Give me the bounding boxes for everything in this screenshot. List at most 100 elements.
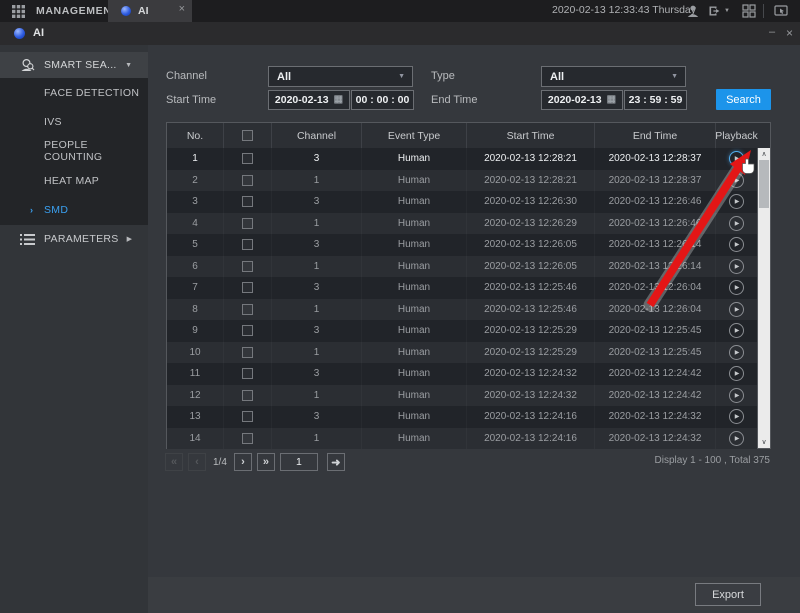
tab-ai-label: AI xyxy=(138,5,149,17)
scroll-up-icon[interactable]: ∧ xyxy=(758,150,770,158)
cell-event-type: Human xyxy=(361,428,466,450)
playback-button[interactable]: ▶ xyxy=(729,409,744,424)
cell-event-type: Human xyxy=(361,191,466,213)
prev-page-button[interactable]: ‹ xyxy=(188,453,206,471)
row-checkbox[interactable] xyxy=(242,325,253,336)
table-row[interactable]: 41Human2020-02-13 12:26:292020-02-13 12:… xyxy=(167,213,757,235)
next-page-button[interactable]: › xyxy=(234,453,252,471)
table-row[interactable]: 101Human2020-02-13 12:25:292020-02-13 12… xyxy=(167,342,757,364)
sidebar-item-smd[interactable]: ›SMD xyxy=(0,196,148,225)
table-row[interactable]: 81Human2020-02-13 12:25:462020-02-13 12:… xyxy=(167,299,757,321)
row-checkbox[interactable] xyxy=(242,433,253,444)
table-row[interactable]: 121Human2020-02-13 12:24:322020-02-13 12… xyxy=(167,385,757,407)
row-checkbox[interactable] xyxy=(242,218,253,229)
logout-icon[interactable] xyxy=(708,4,722,18)
playback-button[interactable]: ▶ xyxy=(729,345,744,360)
row-checkbox[interactable] xyxy=(242,153,253,164)
sidebar-item-heat-map[interactable]: HEAT MAP xyxy=(0,166,148,195)
channel-select[interactable]: All ▼ xyxy=(268,66,413,87)
row-checkbox[interactable] xyxy=(242,175,253,186)
row-checkbox[interactable] xyxy=(242,196,253,207)
table-row[interactable]: 33Human2020-02-13 12:26:302020-02-13 12:… xyxy=(167,191,757,213)
sidebar-item-ivs[interactable]: IVS xyxy=(0,107,148,136)
playback-button[interactable]: ▶ xyxy=(729,280,744,295)
playback-button[interactable]: ▶ xyxy=(729,302,744,317)
playback-button[interactable]: ▶ xyxy=(729,366,744,381)
playback-button[interactable]: ▶ xyxy=(729,216,744,231)
row-checkbox[interactable] xyxy=(242,304,253,315)
pagination: « ‹ 1/4 › » 1 ➜ xyxy=(165,452,350,472)
table-row[interactable]: 21Human2020-02-13 12:28:212020-02-13 12:… xyxy=(167,170,757,192)
calendar-icon[interactable]: ▦ xyxy=(607,95,616,105)
cell-select xyxy=(223,170,271,192)
chevron-down-icon: ▼ xyxy=(125,62,132,69)
ai-globe-icon xyxy=(14,28,25,39)
cell-start-time: 2020-02-13 12:26:29 xyxy=(466,213,594,235)
search-button[interactable]: Search xyxy=(716,89,771,110)
end-date-input[interactable]: 2020-02-13 ▦ xyxy=(541,90,623,110)
row-checkbox[interactable] xyxy=(242,261,253,272)
sidebar-item-label: PARAMETERS xyxy=(44,233,119,245)
calendar-icon[interactable]: ▦ xyxy=(334,95,343,105)
management-menu[interactable]: MANAGEMENT xyxy=(36,5,118,17)
playback-button[interactable]: ▶ xyxy=(729,259,744,274)
start-date-input[interactable]: 2020-02-13 ▦ xyxy=(268,90,350,110)
select-all-checkbox[interactable] xyxy=(242,130,253,141)
cell-select xyxy=(223,277,271,299)
table-row[interactable]: 133Human2020-02-13 12:24:162020-02-13 12… xyxy=(167,406,757,428)
playback-button[interactable]: ▶ xyxy=(729,173,744,188)
start-time-input[interactable]: 00 : 00 : 00 xyxy=(351,90,414,110)
table-row[interactable]: 61Human2020-02-13 12:26:052020-02-13 12:… xyxy=(167,256,757,278)
playback-button[interactable]: ▶ xyxy=(729,388,744,403)
vertical-scrollbar[interactable]: ∧ ∨ xyxy=(757,148,770,448)
play-icon: ▶ xyxy=(735,220,740,227)
playback-button[interactable]: ▶ xyxy=(729,323,744,338)
table-row[interactable]: 13Human2020-02-13 12:28:212020-02-13 12:… xyxy=(167,148,757,170)
table-row[interactable]: 113Human2020-02-13 12:24:322020-02-13 12… xyxy=(167,363,757,385)
row-checkbox[interactable] xyxy=(242,411,253,422)
page-number-input[interactable]: 1 xyxy=(280,453,318,471)
sidebar-group-smart-search[interactable]: SMART SEA... ▼ xyxy=(0,52,148,78)
table-row[interactable]: 93Human2020-02-13 12:25:292020-02-13 12:… xyxy=(167,320,757,342)
table-row[interactable]: 53Human2020-02-13 12:26:052020-02-13 12:… xyxy=(167,234,757,256)
scroll-down-icon[interactable]: ∨ xyxy=(758,438,770,446)
row-checkbox[interactable] xyxy=(242,368,253,379)
row-checkbox[interactable] xyxy=(242,239,253,250)
table-row[interactable]: 73Human2020-02-13 12:25:462020-02-13 12:… xyxy=(167,277,757,299)
playback-button[interactable]: ▶ xyxy=(729,237,744,252)
user-icon[interactable] xyxy=(686,4,700,18)
cell-channel: 1 xyxy=(271,256,361,278)
end-time-input[interactable]: 23 : 59 : 59 xyxy=(624,90,687,110)
row-checkbox[interactable] xyxy=(242,347,253,358)
scrollbar-thumb[interactable] xyxy=(759,160,769,208)
tab-ai[interactable]: AI × xyxy=(108,0,192,22)
sidebar-item-parameters[interactable]: PARAMETERS ▶ xyxy=(0,226,148,252)
tab-close-icon[interactable]: × xyxy=(179,3,185,15)
go-to-page-button[interactable]: ➜ xyxy=(327,453,345,471)
last-page-button[interactable]: » xyxy=(257,453,275,471)
row-checkbox[interactable] xyxy=(242,282,253,293)
playback-button[interactable]: ▶ xyxy=(729,431,744,446)
row-checkbox[interactable] xyxy=(242,390,253,401)
close-icon[interactable]: × xyxy=(786,26,793,40)
sidebar-item-people-counting[interactable]: PEOPLE COUNTING xyxy=(0,137,148,166)
cell-select xyxy=(223,342,271,364)
screen-layout-icon[interactable] xyxy=(742,4,756,18)
export-button[interactable]: Export xyxy=(695,583,761,606)
app-window: MANAGEMENT AI × 2020-02-13 12:33:43 Thur… xyxy=(0,0,800,613)
playback-button[interactable]: ▶ xyxy=(729,151,744,166)
main-menu-grid-icon[interactable] xyxy=(12,5,25,18)
cell-end-time: 2020-02-13 12:26:14 xyxy=(594,256,715,278)
first-page-button[interactable]: « xyxy=(165,453,183,471)
remote-monitor-icon[interactable] xyxy=(774,4,788,18)
playback-button[interactable]: ▶ xyxy=(729,194,744,209)
events-table: No. Channel Event Type Start Time End Ti… xyxy=(166,122,771,449)
type-select[interactable]: All ▼ xyxy=(541,66,686,87)
table-row[interactable]: 141Human2020-02-13 12:24:162020-02-13 12… xyxy=(167,428,757,450)
logout-caret-icon[interactable]: ▼ xyxy=(724,8,730,14)
cell-start-time: 2020-02-13 12:24:16 xyxy=(466,428,594,450)
minimize-icon[interactable]: – xyxy=(769,26,775,38)
sidebar-item-face-detection[interactable]: FACE DETECTION xyxy=(0,78,148,107)
cell-event-type: Human xyxy=(361,148,466,170)
cell-start-time: 2020-02-13 12:25:46 xyxy=(466,299,594,321)
